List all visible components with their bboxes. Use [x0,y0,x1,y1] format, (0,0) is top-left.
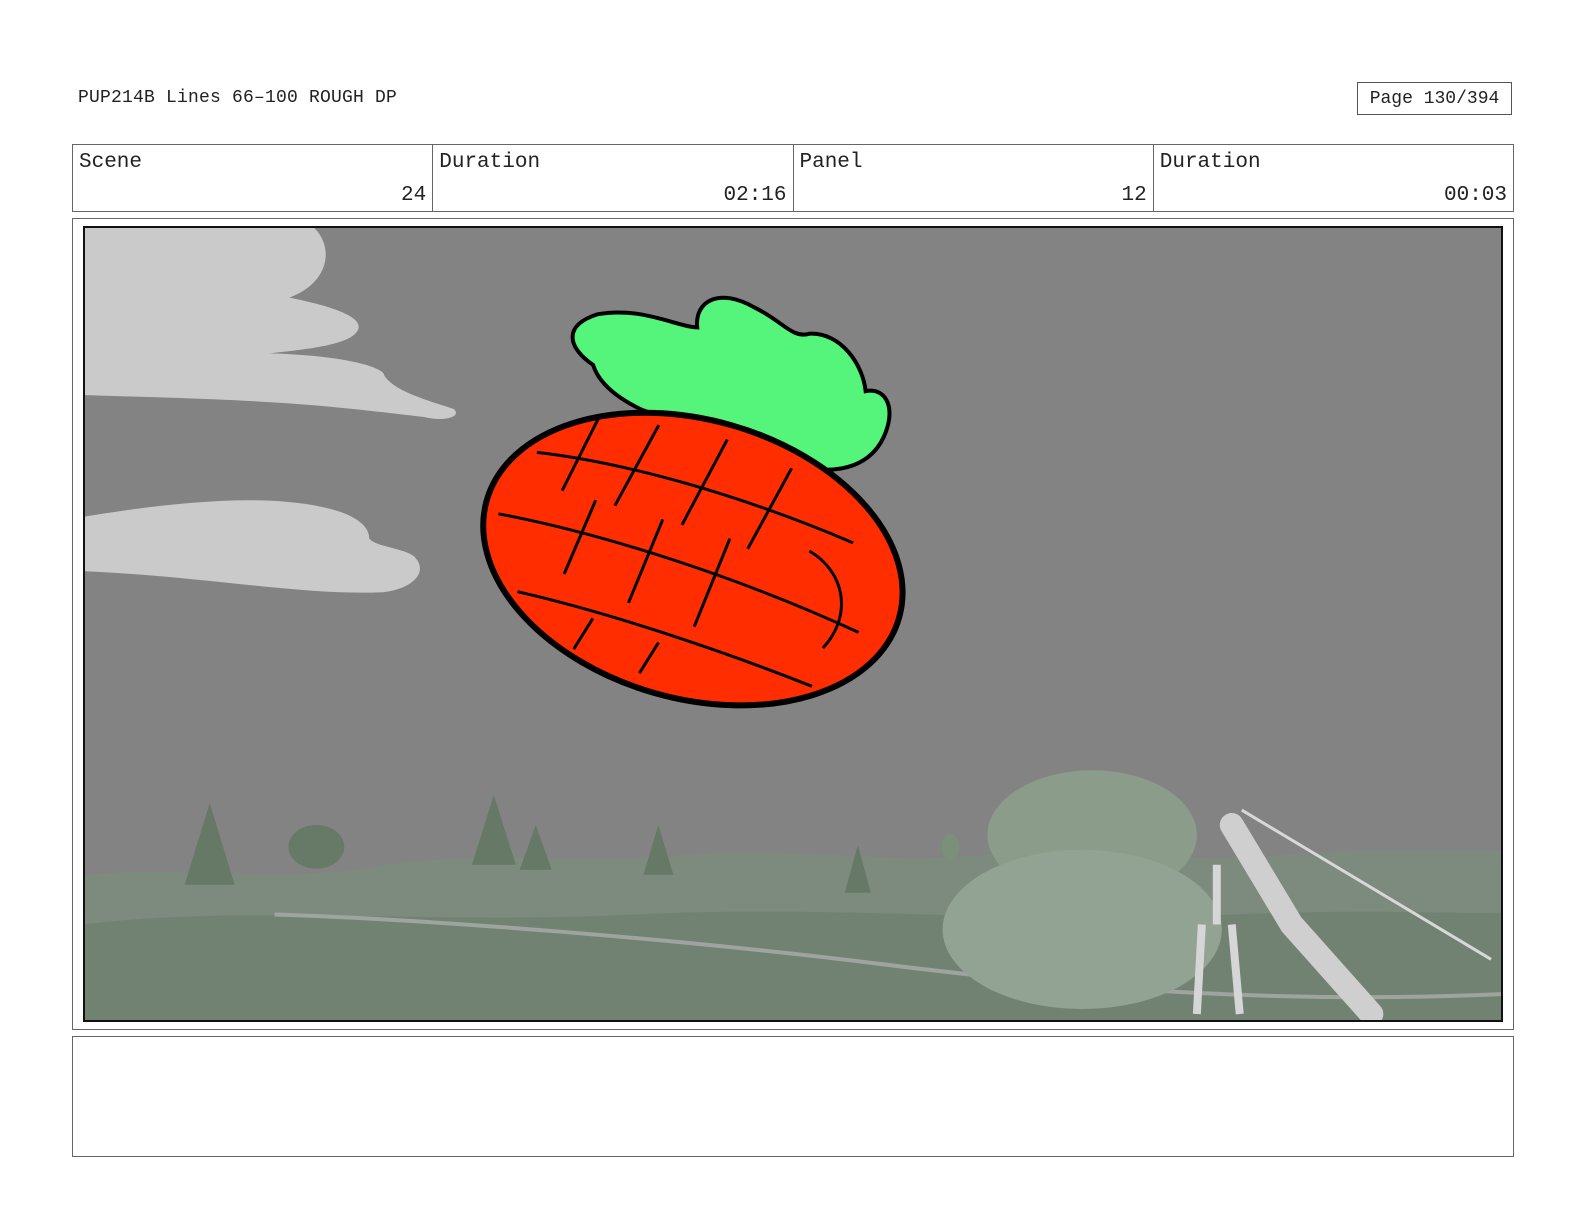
scene-duration-value: 02:16 [723,184,787,207]
panel-value: 12 [1121,184,1147,207]
bush-bottom [942,849,1222,1010]
panel-duration-label: Duration [1159,151,1261,174]
panel-duration-cell: Duration 00:03 [1154,145,1513,211]
page-number: Page 130/394 [1369,88,1500,109]
panel-label: Panel [799,151,863,174]
page-number-box: Page 130/394 [1357,82,1512,115]
scene-label: Scene [79,151,143,174]
notes-box [72,1036,1514,1157]
panel-cell: Panel 12 [794,145,1154,211]
scene-value: 24 [401,184,427,207]
document-title: PUP214B Lines 66–100 ROUGH DP [78,88,398,108]
panel-duration-value: 00:03 [1443,184,1507,207]
small-tree [941,833,960,860]
storyboard-panel-image [83,226,1503,1022]
scene-duration-cell: Duration 02:16 [433,145,794,211]
round-tree [288,824,345,869]
panel-illustration [85,228,1501,1020]
storyboard-panel-frame [72,218,1514,1030]
scene-duration-label: Duration [439,151,541,174]
scene-info-row: Scene 24 Duration 02:16 Panel 12 Duratio… [72,144,1514,212]
scene-cell: Scene 24 [73,145,434,211]
